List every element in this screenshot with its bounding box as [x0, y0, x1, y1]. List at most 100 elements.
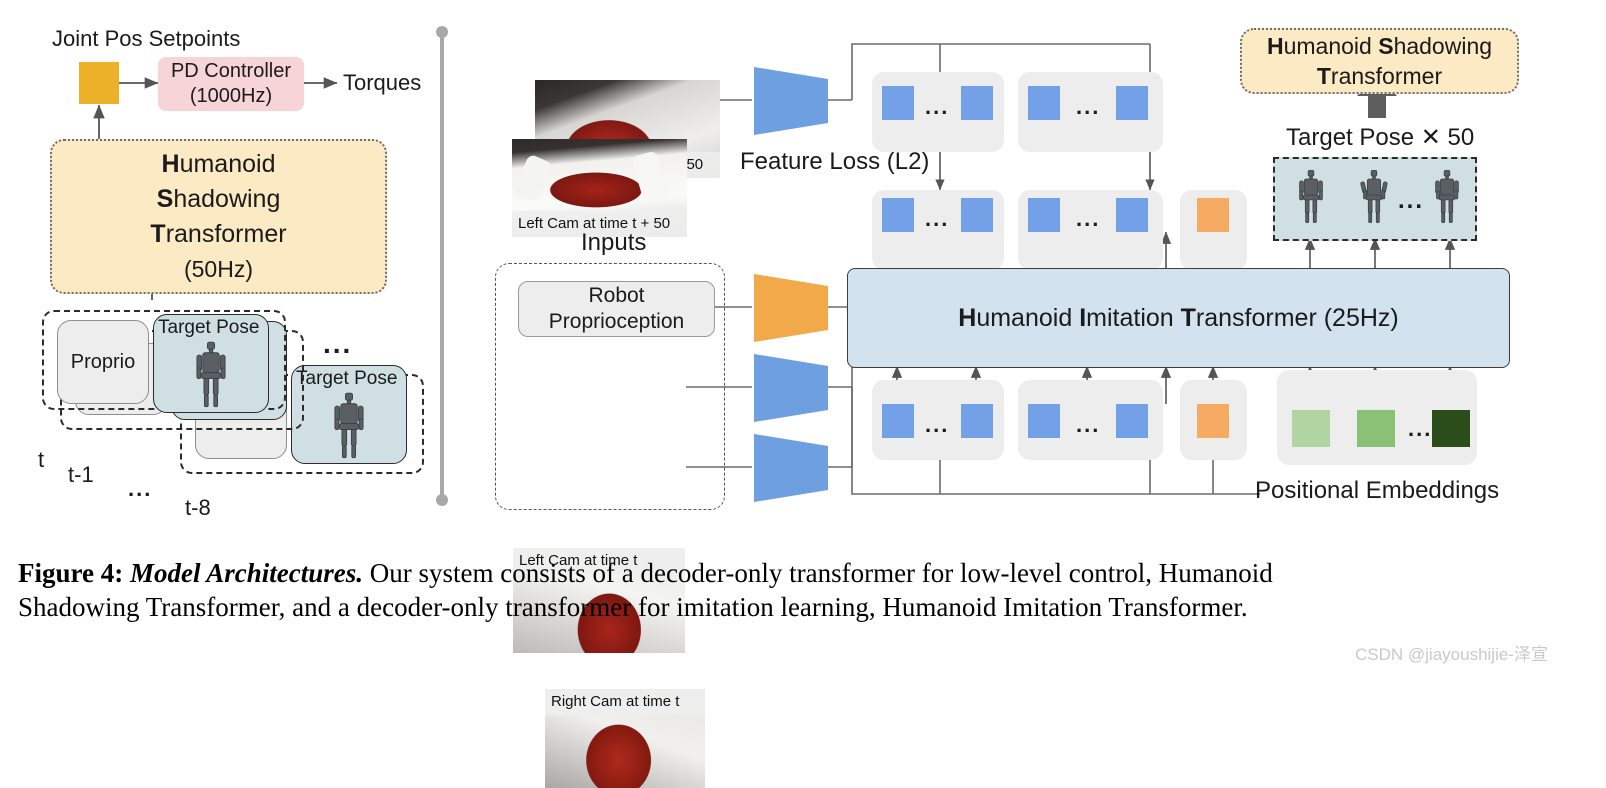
vision-encoder-right [754, 434, 828, 502]
timestep-label-t-1: t-1 [68, 462, 94, 487]
hst-right-line1: Humanoid Shadowing [1267, 31, 1492, 61]
hst-frequency: (50Hz) [183, 255, 253, 282]
watermark: CSDN @jiayoushijie-泽宣 [1355, 645, 1548, 664]
caption-line1-rest: Our system consists of a decoder-only tr… [362, 558, 1273, 588]
token-ellipsis-bottom-2: ... [1076, 412, 1101, 437]
caption-label: Figure 4: [18, 558, 124, 588]
figure-model-architectures: Joint Pos Setpoints PD Controller (1000H… [0, 0, 1606, 788]
target-pose-label-t-8: Target Pose [296, 368, 398, 389]
token-top-2a [1028, 86, 1060, 120]
target-pose-label-t: Target Pose [158, 317, 260, 338]
hit-t: T [1180, 303, 1196, 332]
joint-pos-setpoints-label: Joint Pos Setpoints [52, 26, 241, 51]
token-top-1a [882, 86, 914, 120]
joint-pos-setpoint-swatch [79, 62, 119, 104]
right-cam-current-caption: Right Cam at time t [545, 689, 705, 715]
hst-right-humanoid: umanoid [1283, 33, 1379, 59]
divider-cap-top [436, 26, 448, 38]
hst-right-h: H [1266, 33, 1284, 59]
timestep-label-t: t [38, 447, 45, 472]
hst-right-s: S [1378, 33, 1394, 59]
token-bottom-1b [961, 404, 993, 438]
target-pose-ellipsis: ... [1398, 187, 1425, 214]
feature-loss-label: Feature Loss (L2) [740, 148, 930, 175]
caption-title: Model Architectures. [129, 558, 363, 588]
token-mid-1a [882, 198, 914, 232]
target-pose-icon-2 [1360, 170, 1388, 224]
hit-transformer: ransformer (25Hz) [1195, 303, 1399, 332]
divider-cap-bottom [436, 494, 448, 506]
token-bottom-3a [1197, 404, 1229, 438]
hit-h: H [958, 303, 977, 332]
hit-imitation: mitation [1086, 303, 1181, 332]
hst-line-3: Transformer [150, 217, 286, 252]
positional-embedding-2 [1357, 410, 1395, 447]
hst-humanoid: umanoid [179, 149, 276, 178]
token-mid-3a [1197, 198, 1229, 232]
history-ellipsis: ... [323, 328, 353, 359]
panel-divider [440, 32, 444, 500]
hst-transformer: ransformer [165, 219, 287, 248]
robot-arm-right-shape [631, 150, 669, 202]
humanoid-imitation-transformer-bar: Humanoid Imitation Transformer (25Hz) [847, 268, 1510, 368]
robot-pose-icon-t [196, 341, 226, 408]
torques-label: Torques [343, 70, 422, 95]
robot-pose-icon-t-8 [334, 392, 364, 459]
timestep-ellipsis: ... [128, 476, 153, 501]
token-bottom-2b [1116, 404, 1148, 438]
target-pose-icon-1 [1299, 170, 1323, 224]
robot-arm-left-shape [512, 153, 554, 203]
proprio-encoder [754, 274, 828, 342]
positional-embedding-3 [1432, 410, 1470, 447]
token-mid-2b [1116, 198, 1148, 232]
target-pose-icon-3 [1435, 170, 1459, 224]
positional-embedding-1 [1292, 410, 1330, 447]
token-ellipsis-top-1: ... [925, 94, 950, 119]
hst-shadowing: hadowing [173, 184, 281, 213]
token-bottom-2a [1028, 404, 1060, 438]
pd-controller-line2: (1000Hz) [189, 85, 273, 107]
target-pose-x50-label: Target Pose ✕ 50 [1286, 124, 1475, 151]
token-ellipsis-mid-2: ... [1076, 206, 1101, 231]
token-mid-2a [1028, 198, 1060, 232]
positional-embeddings-label: Positional Embeddings [1255, 477, 1500, 504]
target-pose-card-t: Target Pose [153, 314, 269, 413]
token-bottom-1a [882, 404, 914, 438]
inputs-label: Inputs [581, 229, 647, 256]
token-top-2b [1116, 86, 1148, 120]
token-top-1b [961, 86, 993, 120]
hst-line-1: Humanoid [162, 147, 276, 182]
vision-encoder-left [754, 354, 828, 422]
robot-proprioception-line2: Proprioception [548, 310, 685, 333]
humanoid-shadowing-transformer-box-right: Humanoid Shadowing Transformer [1240, 28, 1519, 94]
token-mid-1b [961, 198, 993, 232]
hst-right-transformer: ransformer [1330, 63, 1443, 89]
proprio-label: Proprio [70, 350, 136, 373]
robot-proprioception-card: Robot Proprioception [518, 281, 715, 337]
hst-line-2: Shadowing [157, 182, 281, 217]
robot-proprioception-line1: Robot [588, 284, 645, 307]
token-ellipsis-top-2: ... [1076, 94, 1101, 119]
hst-h: H [161, 149, 180, 178]
left-cam-future-photo: Left Cam at time t + 50 [512, 139, 687, 237]
right-cam-current-photo: Right Cam at time t [545, 689, 705, 788]
pd-controller-line1: PD Controller [170, 60, 292, 82]
target-pose-card-t-8: Target Pose [291, 365, 407, 464]
hst-s: S [156, 184, 174, 213]
token-ellipsis-mid-1: ... [925, 206, 950, 231]
hst-t: T [150, 219, 166, 248]
vision-encoder-future [754, 67, 828, 135]
token-ellipsis-bottom-1: ... [925, 412, 950, 437]
proprio-card-t: Proprio [57, 320, 149, 404]
hit-humanoid: umanoid [976, 303, 1080, 332]
pd-controller-box: PD Controller (1000Hz) [158, 57, 304, 111]
hst-right-line2: Transformer [1317, 61, 1442, 91]
timestep-label-t-8: t-8 [185, 495, 211, 520]
positional-embedding-ellipsis: ... [1408, 416, 1433, 441]
caption-line2: Shadowing Transformer, and a decoder-onl… [18, 592, 1248, 622]
hst-right-shadowing: hadowing [1393, 33, 1493, 59]
hst-right-t: T [1316, 63, 1331, 89]
hit-label: Humanoid Imitation Transformer (25Hz) [958, 304, 1398, 333]
humanoid-shadowing-transformer-box: Humanoid Shadowing Transformer (50Hz) [50, 139, 387, 294]
figure-caption: Figure 4: Model Architectures. Our syste… [18, 556, 1588, 624]
